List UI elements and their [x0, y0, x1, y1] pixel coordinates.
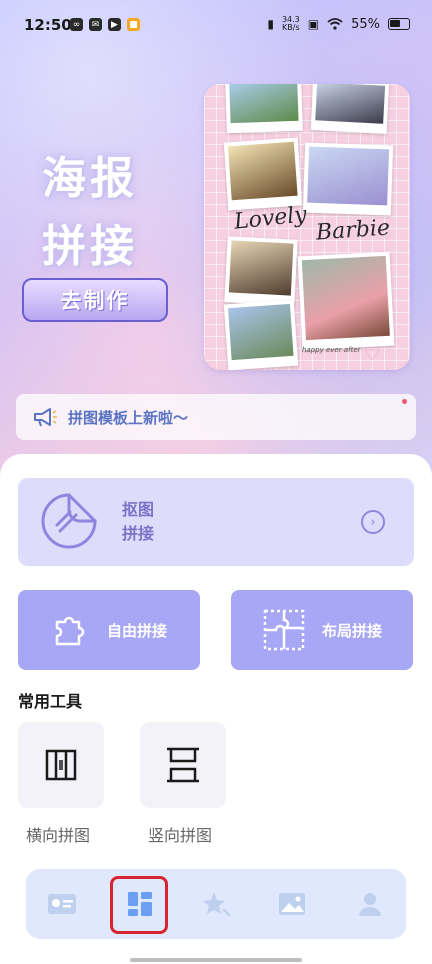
announcement-bar[interactable]: 拼图模板上新啦～ [16, 394, 416, 440]
heart-icon: ♡ [364, 344, 381, 365]
active-nav-highlight [110, 876, 168, 934]
bottom-nav [26, 869, 406, 939]
image-icon [279, 893, 305, 915]
cutout-stitch-card[interactable] [18, 478, 414, 566]
net-speed-unit: KB/s [282, 23, 300, 32]
status-time: 12:50 [24, 16, 72, 34]
message-notification-icon: ✉ [89, 18, 102, 31]
free-stitch-button[interactable]: 自由拼接 [18, 590, 200, 670]
horizontal-stitch-button[interactable] [18, 722, 104, 808]
announcement-text: 拼图模板上新啦～ [68, 408, 189, 427]
status-bar: 12:50 ∞ ✉ ▶ ■ ▮ 34.3 KB/s ▣ 55% [0, 0, 432, 52]
hero-title-line1: 海报 [42, 153, 138, 204]
poster-text-barbie: Barbie [315, 215, 391, 246]
layout-stitch-label: 布局拼接 [321, 621, 382, 640]
sticker-icon [41, 493, 97, 549]
poster-photo-6 [297, 251, 395, 351]
home-indicator[interactable] [130, 958, 302, 962]
person-icon [359, 893, 381, 916]
horizontal-stitch-icon [45, 749, 77, 781]
battery-icon [388, 18, 410, 30]
megaphone-icon [34, 408, 57, 427]
poster-photo-5 [224, 236, 298, 306]
sim-icon: ▣ [307, 17, 320, 31]
poster-photo-4 [302, 142, 394, 216]
id-card-icon [48, 894, 76, 914]
hero-title-line2: 拼接 [42, 221, 138, 272]
puzzle-layout-icon [263, 609, 305, 651]
vertical-stitch-label: 竖向拼图 [148, 826, 213, 845]
sparkle-star-icon [203, 892, 230, 917]
vertical-stitch-icon [167, 747, 199, 783]
app-notification-icon: ∞ [70, 18, 83, 31]
free-stitch-label: 自由拼接 [106, 621, 167, 640]
vibrate-icon: ▮ [267, 17, 274, 31]
wifi-icon [327, 18, 343, 30]
poster-photo-7 [223, 299, 299, 370]
cutout-card-label: 抠图 拼接 [122, 498, 154, 546]
net-speed: 34.3 KB/s [282, 16, 300, 32]
notification-icons: ∞ ✉ ▶ ■ [70, 18, 140, 31]
layout-stitch-button[interactable]: 布局拼接 [231, 590, 413, 670]
vertical-stitch-button[interactable] [140, 722, 226, 808]
poster-banner[interactable]: Lovely Barbie happy ever after ♡ [204, 84, 410, 370]
horizontal-stitch-label: 横向拼图 [26, 826, 91, 845]
status-right: ▮ 34.3 KB/s ▣ 55% [267, 16, 410, 32]
cutout-card-line2: 拼接 [122, 524, 155, 543]
nav-item-effects[interactable] [188, 869, 244, 939]
poster-text-small: happy ever after [302, 346, 361, 354]
poster-photo-3 [223, 137, 303, 211]
camera-notification-icon: ■ [127, 18, 140, 31]
nav-item-profile[interactable] [342, 869, 398, 939]
puzzle-piece-icon [55, 616, 85, 646]
common-tools-title: 常用工具 [18, 692, 83, 711]
poster-photo-1 [225, 84, 303, 134]
nav-item-card[interactable] [34, 869, 90, 939]
chevron-right-circle-icon[interactable]: › [361, 510, 385, 534]
cutout-card-line1: 抠图 [122, 500, 155, 519]
poster-photo-2 [310, 84, 390, 134]
video-notification-icon: ▶ [108, 18, 121, 31]
notification-dot [402, 399, 407, 404]
nav-item-gallery[interactable] [264, 869, 320, 939]
make-button[interactable]: 去制作 [22, 278, 168, 322]
battery-percent: 55% [351, 16, 380, 32]
